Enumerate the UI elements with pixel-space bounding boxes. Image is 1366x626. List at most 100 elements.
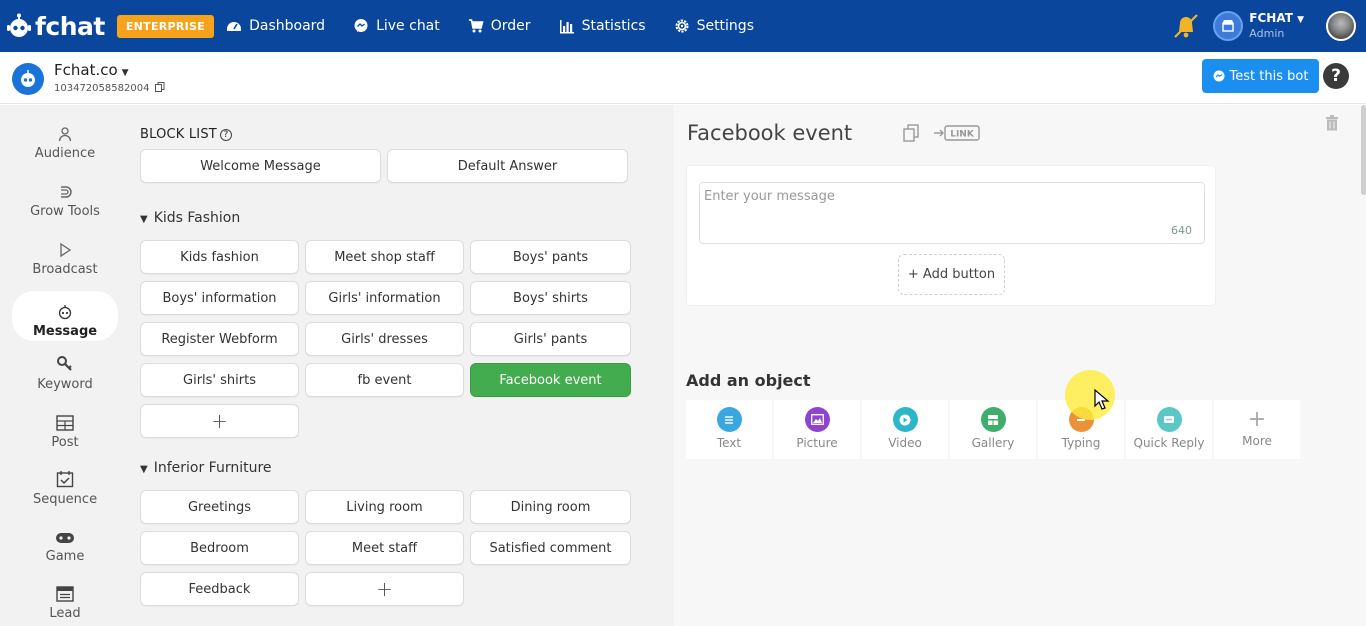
brand-logo[interactable]: fchat [6,12,105,41]
object-label: Quick Reply [1133,436,1205,450]
test-bot-label: Test this bot [1229,68,1309,84]
test-bot-button[interactable]: Test this bot [1202,59,1319,93]
robot-avatar-icon [21,70,35,87]
nav-label: Settings [696,18,754,34]
object-quick-reply[interactable]: Quick Reply [1126,400,1212,459]
object-label: Video [888,436,922,450]
block-list-panel: BLOCK LIST? Welcome Message Default Answ… [128,105,674,626]
block-item[interactable]: Boys' shirts [470,281,631,315]
user-name: FCHAT ▼ [1249,12,1304,27]
group-inferior-furniture[interactable]: ▼ Inferior Furniture [140,460,272,476]
nav-live-chat[interactable]: Live chat [353,18,440,34]
copy-icon[interactable] [902,124,920,142]
plan-badge: ENTERPRISE [116,14,215,38]
block-default-answer[interactable]: Default Answer [387,149,628,183]
block-item-selected[interactable]: Facebook event [470,363,631,397]
nav-label: Live chat [376,18,440,34]
scrollbar[interactable] [1361,105,1366,195]
sidebar-item-post[interactable]: Post [12,402,118,450]
main-nav: Dashboard Live chat Order Statistics Set… [226,18,782,34]
table-icon [56,415,74,431]
block-item[interactable]: Satisfied comment [470,531,631,565]
add-object-title: Add an object [686,371,811,390]
trash-icon[interactable] [1325,115,1339,131]
page-name: Fchat.co [54,61,118,79]
add-block-button[interactable]: + [305,572,464,606]
caret-down-icon: ▼ [140,464,148,475]
help-circle-icon[interactable]: ? [219,129,232,141]
block-welcome-message[interactable]: Welcome Message [140,149,381,183]
text-message-card: Enter your message 640 + Add button [686,165,1216,306]
robot-logo-icon [7,13,31,37]
block-title[interactable]: Facebook event [687,121,852,145]
link-icon[interactable]: LINK [933,124,981,142]
block-item[interactable]: fb event [305,363,464,397]
object-video[interactable]: Video [862,400,948,459]
object-gallery[interactable]: Gallery [950,400,1036,459]
block-item[interactable]: Kids fashion [140,240,299,274]
sidebar-item-label: Broadcast [32,262,98,277]
sidebar-item-sequence[interactable]: Sequence [12,459,118,507]
sidebar-item-lead[interactable]: Lead [12,573,118,621]
bell-muted-icon[interactable] [1171,11,1201,41]
nav-statistics[interactable]: Statistics [559,18,646,34]
nav-settings[interactable]: Settings [674,18,754,34]
group-name: Kids Fashion [153,210,241,226]
sidebar-item-game[interactable]: Game [12,516,118,564]
magnet-icon [61,186,72,198]
sidebar-item-audience[interactable]: Audience [12,113,118,161]
plus-icon: + [1247,407,1267,432]
text-lines-icon [716,407,742,432]
object-label: Text [716,436,742,450]
message-input[interactable]: Enter your message 640 [699,182,1205,244]
object-text[interactable]: Text [686,400,772,459]
nav-order[interactable]: Order [468,18,531,34]
add-block-button[interactable]: + [140,404,299,438]
user-role: Admin [1249,27,1285,40]
group-kids-fashion[interactable]: ▼ Kids Fashion [140,210,240,226]
block-item[interactable]: Living room [305,490,464,524]
nav-label: Statistics [581,18,646,34]
block-item[interactable]: Bedroom [140,531,299,565]
cart-icon [468,19,484,33]
block-item[interactable]: Girls' pants [470,322,631,356]
list-icon [56,586,74,602]
brand-name: fchat [35,11,105,41]
sidebar-item-label: Post [51,435,79,450]
block-item[interactable]: Boys' pants [470,240,631,274]
sidebar-item-label: Keyword [37,377,93,392]
message-placeholder: Enter your message [704,189,835,204]
block-item[interactable]: Greetings [140,490,299,524]
add-button[interactable]: + Add button [898,254,1005,295]
sidebar-item-message[interactable]: Message [12,291,118,341]
block-item[interactable]: Register Webform [140,322,299,356]
block-item[interactable]: Feedback [140,572,299,606]
sidebar-item-label: Grow Tools [30,204,100,219]
object-picture[interactable]: Picture [774,400,860,459]
user-avatar-icon[interactable] [1213,11,1244,41]
block-item[interactable]: Boys' information [140,281,299,315]
block-item[interactable]: Girls' dresses [305,322,464,356]
page-selector[interactable]: Fchat.co ▼ [54,61,129,79]
dashboard-icon [227,22,242,31]
page-avatar[interactable] [12,63,44,95]
user-menu[interactable]: FCHAT ▼ Admin [1249,12,1304,41]
block-item[interactable]: Girls' information [305,281,464,315]
sidebar-item-broadcast[interactable]: Broadcast [12,229,118,277]
copy-icon[interactable] [154,82,165,92]
top-right-controls: FCHAT ▼ Admin [1171,0,1356,52]
sidebar-item-keyword[interactable]: Keyword [12,344,118,392]
avatar[interactable] [1326,11,1356,41]
store-icon [1222,20,1235,32]
block-item[interactable]: Girls' shirts [140,363,299,397]
chevron-down-icon: ▼ [1297,15,1304,25]
block-item[interactable]: Dining room [470,490,631,524]
block-item[interactable]: Meet shop staff [305,240,464,274]
help-icon[interactable]: ? [1323,63,1349,89]
sidebar-item-grow-tools[interactable]: Grow Tools [12,171,118,219]
nav-dashboard[interactable]: Dashboard [226,18,325,34]
block-item[interactable]: Meet staff [305,531,464,565]
gallery-grid-icon [980,407,1006,432]
object-more[interactable]: + More [1214,400,1300,459]
object-palette: Text Picture Video Gallery Typing Quick … [686,400,1302,459]
